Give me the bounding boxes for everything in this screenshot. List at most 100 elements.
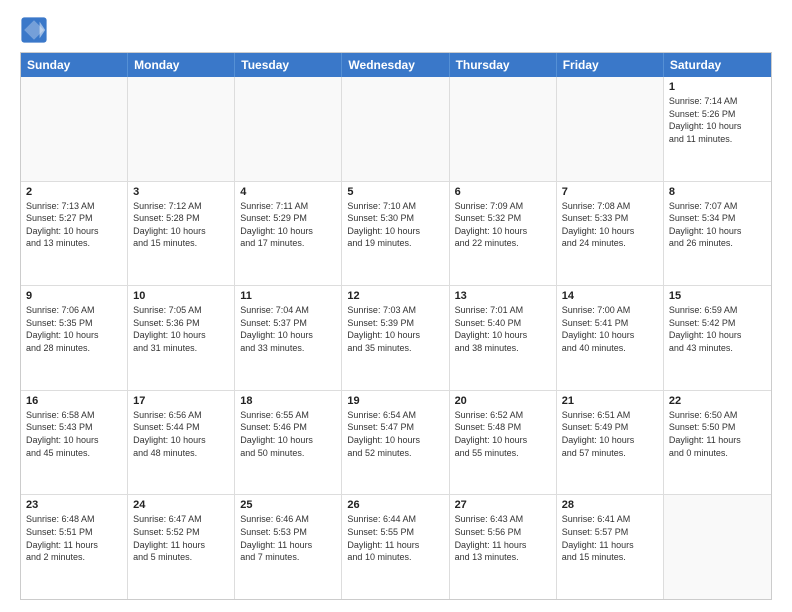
day-number: 16 bbox=[26, 395, 122, 407]
header bbox=[20, 16, 772, 44]
calendar-row: 23 Sunrise: 6:48 AM Sunset: 5:51 PM Dayli… bbox=[21, 494, 771, 599]
day-number: 24 bbox=[133, 499, 229, 511]
day-info: Sunrise: 6:51 AM Sunset: 5:49 PM Dayligh… bbox=[562, 409, 658, 459]
day-info: Sunrise: 7:12 AM Sunset: 5:28 PM Dayligh… bbox=[133, 200, 229, 250]
day-number: 11 bbox=[240, 290, 336, 302]
day-info: Sunrise: 7:13 AM Sunset: 5:27 PM Dayligh… bbox=[26, 200, 122, 250]
weekday-header: Tuesday bbox=[235, 53, 342, 77]
day-cell: 25 Sunrise: 6:46 AM Sunset: 5:53 PM Dayli… bbox=[235, 495, 342, 599]
day-number: 7 bbox=[562, 186, 658, 198]
calendar: SundayMondayTuesdayWednesdayThursdayFrid… bbox=[20, 52, 772, 600]
day-number: 27 bbox=[455, 499, 551, 511]
day-cell: 12 Sunrise: 7:03 AM Sunset: 5:39 PM Dayli… bbox=[342, 286, 449, 390]
day-info: Sunrise: 7:04 AM Sunset: 5:37 PM Dayligh… bbox=[240, 304, 336, 354]
calendar-row: 9 Sunrise: 7:06 AM Sunset: 5:35 PM Daylig… bbox=[21, 285, 771, 390]
day-info: Sunrise: 6:58 AM Sunset: 5:43 PM Dayligh… bbox=[26, 409, 122, 459]
weekday-header: Sunday bbox=[21, 53, 128, 77]
weekday-header: Friday bbox=[557, 53, 664, 77]
day-cell: 8 Sunrise: 7:07 AM Sunset: 5:34 PM Daylig… bbox=[664, 182, 771, 286]
calendar-body: 1 Sunrise: 7:14 AM Sunset: 5:26 PM Daylig… bbox=[21, 77, 771, 599]
day-cell: 5 Sunrise: 7:10 AM Sunset: 5:30 PM Daylig… bbox=[342, 182, 449, 286]
day-cell: 28 Sunrise: 6:41 AM Sunset: 5:57 PM Dayli… bbox=[557, 495, 664, 599]
day-info: Sunrise: 7:11 AM Sunset: 5:29 PM Dayligh… bbox=[240, 200, 336, 250]
day-info: Sunrise: 6:41 AM Sunset: 5:57 PM Dayligh… bbox=[562, 513, 658, 563]
day-cell: 2 Sunrise: 7:13 AM Sunset: 5:27 PM Daylig… bbox=[21, 182, 128, 286]
day-info: Sunrise: 6:56 AM Sunset: 5:44 PM Dayligh… bbox=[133, 409, 229, 459]
day-info: Sunrise: 7:07 AM Sunset: 5:34 PM Dayligh… bbox=[669, 200, 766, 250]
day-cell: 14 Sunrise: 7:00 AM Sunset: 5:41 PM Dayli… bbox=[557, 286, 664, 390]
day-number: 19 bbox=[347, 395, 443, 407]
day-cell: 10 Sunrise: 7:05 AM Sunset: 5:36 PM Dayli… bbox=[128, 286, 235, 390]
day-cell: 24 Sunrise: 6:47 AM Sunset: 5:52 PM Dayli… bbox=[128, 495, 235, 599]
day-number: 12 bbox=[347, 290, 443, 302]
day-number: 2 bbox=[26, 186, 122, 198]
page: SundayMondayTuesdayWednesdayThursdayFrid… bbox=[0, 0, 792, 612]
day-cell: 1 Sunrise: 7:14 AM Sunset: 5:26 PM Daylig… bbox=[664, 77, 771, 181]
day-info: Sunrise: 7:10 AM Sunset: 5:30 PM Dayligh… bbox=[347, 200, 443, 250]
day-number: 9 bbox=[26, 290, 122, 302]
logo bbox=[20, 16, 52, 44]
day-number: 8 bbox=[669, 186, 766, 198]
weekday-header: Wednesday bbox=[342, 53, 449, 77]
day-info: Sunrise: 7:03 AM Sunset: 5:39 PM Dayligh… bbox=[347, 304, 443, 354]
day-cell: 27 Sunrise: 6:43 AM Sunset: 5:56 PM Dayli… bbox=[450, 495, 557, 599]
calendar-row: 1 Sunrise: 7:14 AM Sunset: 5:26 PM Daylig… bbox=[21, 77, 771, 181]
day-number: 1 bbox=[669, 81, 766, 93]
empty-cell bbox=[342, 77, 449, 181]
day-number: 22 bbox=[669, 395, 766, 407]
day-info: Sunrise: 6:59 AM Sunset: 5:42 PM Dayligh… bbox=[669, 304, 766, 354]
day-number: 28 bbox=[562, 499, 658, 511]
day-info: Sunrise: 7:06 AM Sunset: 5:35 PM Dayligh… bbox=[26, 304, 122, 354]
day-info: Sunrise: 6:55 AM Sunset: 5:46 PM Dayligh… bbox=[240, 409, 336, 459]
day-number: 21 bbox=[562, 395, 658, 407]
day-cell: 15Sunrise: 6:59 AM Sunset: 5:42 PM Dayli… bbox=[664, 286, 771, 390]
day-number: 13 bbox=[455, 290, 551, 302]
day-info: Sunrise: 6:47 AM Sunset: 5:52 PM Dayligh… bbox=[133, 513, 229, 563]
day-cell: 23 Sunrise: 6:48 AM Sunset: 5:51 PM Dayli… bbox=[21, 495, 128, 599]
day-cell: 4 Sunrise: 7:11 AM Sunset: 5:29 PM Daylig… bbox=[235, 182, 342, 286]
empty-cell bbox=[128, 77, 235, 181]
day-cell: 26 Sunrise: 6:44 AM Sunset: 5:55 PM Dayli… bbox=[342, 495, 449, 599]
day-number: 20 bbox=[455, 395, 551, 407]
day-number: 6 bbox=[455, 186, 551, 198]
day-info: Sunrise: 6:54 AM Sunset: 5:47 PM Dayligh… bbox=[347, 409, 443, 459]
day-number: 17 bbox=[133, 395, 229, 407]
day-number: 18 bbox=[240, 395, 336, 407]
day-info: Sunrise: 6:48 AM Sunset: 5:51 PM Dayligh… bbox=[26, 513, 122, 563]
day-cell: 18 Sunrise: 6:55 AM Sunset: 5:46 PM Dayli… bbox=[235, 391, 342, 495]
weekday-header: Saturday bbox=[664, 53, 771, 77]
day-cell: 20 Sunrise: 6:52 AM Sunset: 5:48 PM Dayli… bbox=[450, 391, 557, 495]
empty-cell bbox=[557, 77, 664, 181]
day-cell: 21 Sunrise: 6:51 AM Sunset: 5:49 PM Dayli… bbox=[557, 391, 664, 495]
day-number: 14 bbox=[562, 290, 658, 302]
day-info: Sunrise: 7:01 AM Sunset: 5:40 PM Dayligh… bbox=[455, 304, 551, 354]
day-number: 23 bbox=[26, 499, 122, 511]
day-cell: 7Sunrise: 7:08 AM Sunset: 5:33 PM Daylig… bbox=[557, 182, 664, 286]
day-info: Sunrise: 7:00 AM Sunset: 5:41 PM Dayligh… bbox=[562, 304, 658, 354]
day-info: Sunrise: 6:50 AM Sunset: 5:50 PM Dayligh… bbox=[669, 409, 766, 459]
day-info: Sunrise: 7:14 AM Sunset: 5:26 PM Dayligh… bbox=[669, 95, 766, 145]
logo-icon bbox=[20, 16, 48, 44]
day-info: Sunrise: 6:44 AM Sunset: 5:55 PM Dayligh… bbox=[347, 513, 443, 563]
day-number: 25 bbox=[240, 499, 336, 511]
day-cell: 3Sunrise: 7:12 AM Sunset: 5:28 PM Daylig… bbox=[128, 182, 235, 286]
day-info: Sunrise: 6:43 AM Sunset: 5:56 PM Dayligh… bbox=[455, 513, 551, 563]
day-number: 4 bbox=[240, 186, 336, 198]
day-cell: 13 Sunrise: 7:01 AM Sunset: 5:40 PM Dayli… bbox=[450, 286, 557, 390]
day-info: Sunrise: 6:46 AM Sunset: 5:53 PM Dayligh… bbox=[240, 513, 336, 563]
weekday-header: Monday bbox=[128, 53, 235, 77]
day-cell: 17 Sunrise: 6:56 AM Sunset: 5:44 PM Dayli… bbox=[128, 391, 235, 495]
day-info: Sunrise: 6:52 AM Sunset: 5:48 PM Dayligh… bbox=[455, 409, 551, 459]
day-cell: 11 Sunrise: 7:04 AM Sunset: 5:37 PM Dayli… bbox=[235, 286, 342, 390]
day-info: Sunrise: 7:05 AM Sunset: 5:36 PM Dayligh… bbox=[133, 304, 229, 354]
day-cell: 16 Sunrise: 6:58 AM Sunset: 5:43 PM Dayli… bbox=[21, 391, 128, 495]
day-info: Sunrise: 7:09 AM Sunset: 5:32 PM Dayligh… bbox=[455, 200, 551, 250]
calendar-row: 16 Sunrise: 6:58 AM Sunset: 5:43 PM Dayli… bbox=[21, 390, 771, 495]
day-cell: 22 Sunrise: 6:50 AM Sunset: 5:50 PM Dayli… bbox=[664, 391, 771, 495]
day-number: 10 bbox=[133, 290, 229, 302]
day-cell: 9 Sunrise: 7:06 AM Sunset: 5:35 PM Daylig… bbox=[21, 286, 128, 390]
day-cell: 6 Sunrise: 7:09 AM Sunset: 5:32 PM Daylig… bbox=[450, 182, 557, 286]
day-number: 5 bbox=[347, 186, 443, 198]
day-number: 26 bbox=[347, 499, 443, 511]
calendar-header: SundayMondayTuesdayWednesdayThursdayFrid… bbox=[21, 53, 771, 77]
